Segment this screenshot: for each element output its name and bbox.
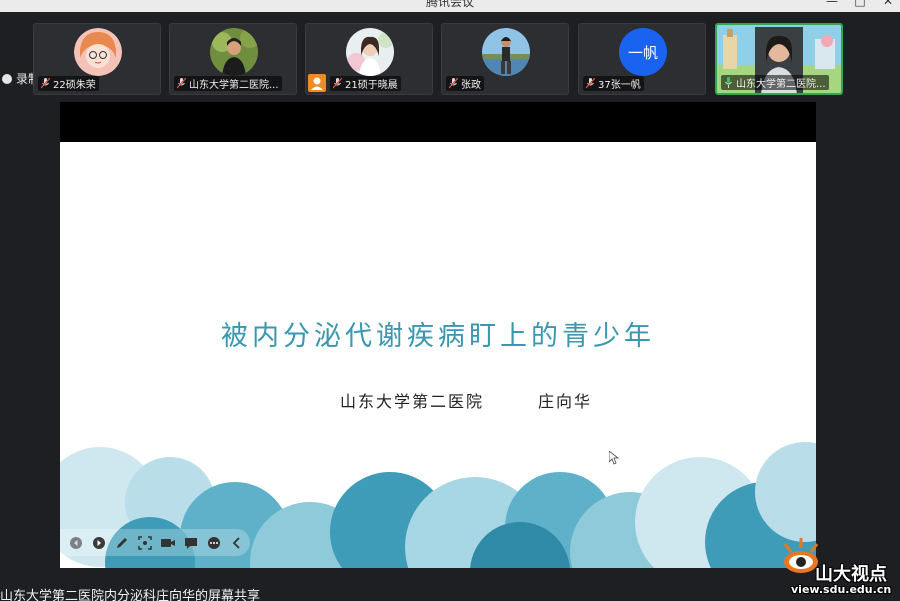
mic-muted-icon [333, 78, 342, 89]
participant-name-bar: 山东大学第二医院... [174, 76, 282, 91]
text-avatar-label: 一帆 [627, 43, 658, 62]
more-icon[interactable] [206, 535, 222, 551]
recording-icon [2, 73, 12, 84]
photo-avatar [346, 28, 394, 76]
participant-name: 山东大学第二医院... [736, 79, 826, 90]
screenshot-icon[interactable] [137, 535, 153, 551]
share-status-bar: 山东大学第二医院内分泌科庄向华的屏幕共享 [0, 584, 900, 601]
presentation-toolbar [60, 529, 250, 556]
participant-name: 山东大学第二医院... [189, 80, 279, 91]
mic-muted-icon [41, 78, 50, 89]
participant-tile[interactable]: 21硕于晓晨 [305, 23, 433, 95]
pen-icon[interactable] [114, 535, 130, 551]
close-button[interactable]: ✕ [878, 0, 898, 8]
participant-name: 22硕朱荣 [53, 80, 96, 91]
mouse-cursor-icon [609, 451, 619, 465]
participant-name-bar: 37张一帆 [583, 76, 644, 91]
mic-muted-icon [449, 78, 458, 89]
presentation-slide: 被内分泌代谢疾病盯上的青少年 山东大学第二医院 庄向华 [60, 142, 816, 568]
watermark-url: view.sdu.edu.cn [791, 583, 892, 596]
text-avatar: 一帆 [619, 28, 667, 76]
participant-name: 21硕于晓晨 [345, 80, 398, 91]
chat-icon[interactable] [183, 535, 199, 551]
participant-tile[interactable]: 张政 [441, 23, 569, 95]
participant-name-bar: 21硕于晓晨 [330, 76, 401, 91]
collapse-chevron-icon[interactable] [229, 535, 245, 551]
screen-share-label: 山东大学第二医院内分泌科庄向华的屏幕共享 [0, 589, 261, 601]
app-title: 腾讯会议 [425, 0, 474, 9]
participant-tile[interactable]: 一帆 37张一帆 [578, 23, 706, 95]
participant-name-bar: 22硕朱荣 [38, 76, 99, 91]
mic-active-icon [725, 77, 732, 88]
photo-avatar [210, 28, 258, 76]
cartoon-girl-avatar [74, 28, 122, 76]
next-icon[interactable] [91, 535, 107, 551]
participant-tile[interactable]: 22硕朱荣 [33, 23, 161, 95]
participant-name: 37张一帆 [598, 80, 641, 91]
mic-muted-icon [586, 78, 595, 89]
participant-tile[interactable]: 山东大学第二医院... [169, 23, 297, 95]
minimize-button[interactable]: — [822, 0, 842, 8]
window-titlebar: 腾讯会议 — □ ✕ [0, 0, 900, 12]
mic-muted-icon [177, 78, 186, 89]
video-icon[interactable] [160, 535, 176, 551]
slide-cloud-decoration [60, 442, 816, 568]
participant-name-bar: 张政 [446, 76, 484, 91]
maximize-button[interactable]: □ [850, 0, 870, 8]
participant-name-bar: 山东大学第二医院... [721, 75, 829, 90]
participant-name: 张政 [461, 80, 481, 91]
previous-icon[interactable] [68, 535, 84, 551]
photo-avatar [482, 28, 530, 76]
watermark-logo: 山大视点 view.sdu.edu.cn [779, 536, 897, 598]
participant-tile-speaking[interactable]: 山东大学第二医院... [715, 23, 843, 95]
user-badge-icon [308, 74, 326, 92]
